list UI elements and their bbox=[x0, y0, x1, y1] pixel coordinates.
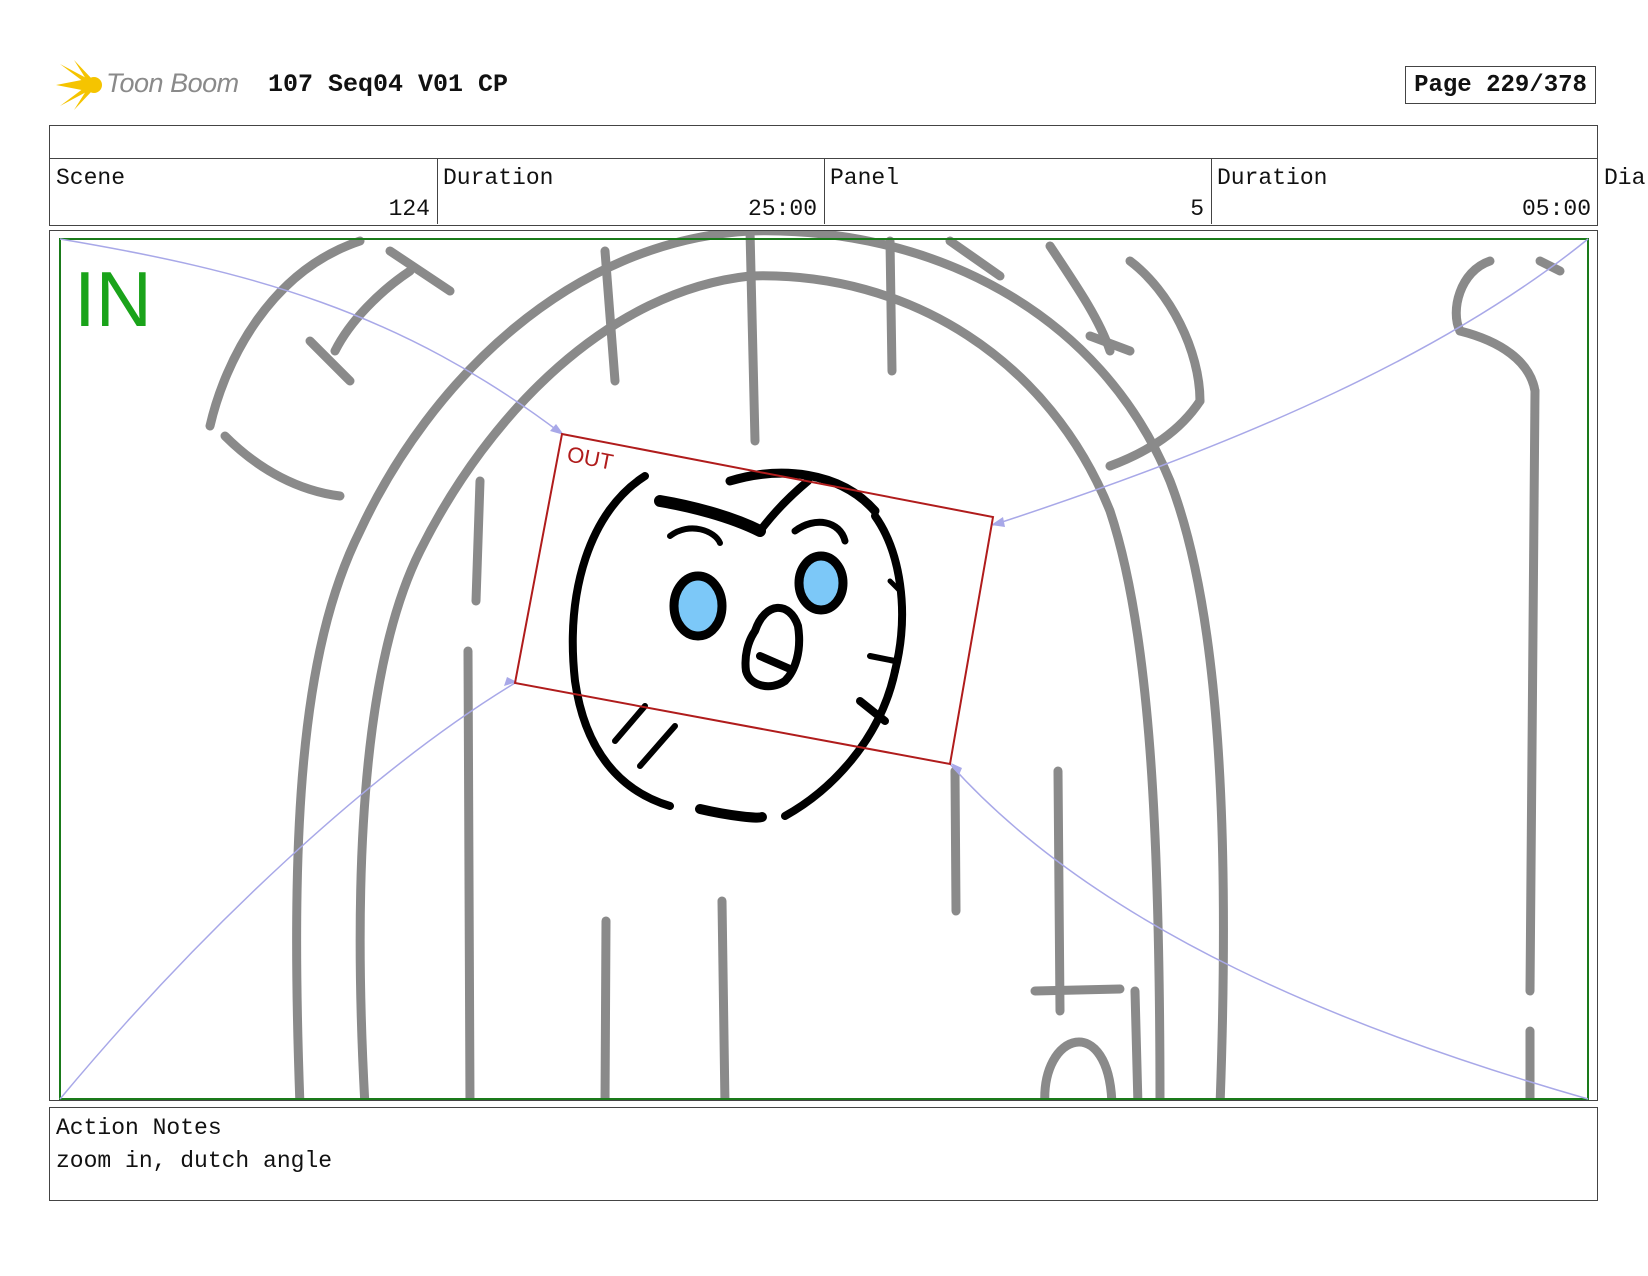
scene-duration-value: 25:00 bbox=[747, 196, 817, 222]
panel-label: Panel bbox=[830, 165, 900, 191]
panel-duration-value: 05:00 bbox=[1521, 196, 1591, 222]
page-indicator: Page 229/378 bbox=[1405, 66, 1596, 104]
camera-motion-paths bbox=[59, 238, 1589, 1100]
scene-duration-label: Duration bbox=[443, 165, 554, 191]
out-frame bbox=[513, 432, 995, 766]
action-notes-box: Action Notes zoom in, dutch angle bbox=[49, 1107, 1598, 1201]
toon-boom-logo-icon bbox=[56, 60, 102, 110]
panel-value: 5 bbox=[1190, 196, 1204, 222]
scene-label: Scene bbox=[56, 165, 126, 191]
scene-value: 124 bbox=[388, 196, 430, 222]
panel-duration-label: Duration bbox=[1217, 165, 1328, 191]
owl-character bbox=[568, 468, 907, 823]
in-frame bbox=[59, 238, 1589, 1100]
scene-info-row: Scene 124 Duration 25:00 Panel 5 Duratio… bbox=[49, 158, 1598, 226]
action-notes-text: zoom in, dutch angle bbox=[56, 1148, 333, 1174]
panel-cell: Panel 5 bbox=[824, 158, 1211, 224]
document-title: 107 Seq04 V01 CP bbox=[268, 70, 509, 99]
scene-cell: Scene 124 bbox=[50, 158, 437, 224]
scene-duration-cell: Duration 25:00 bbox=[437, 158, 824, 224]
out-label: OUT bbox=[565, 441, 615, 474]
panel-drawing: IN OUT bbox=[59, 231, 1589, 1100]
door-sketch bbox=[205, 231, 1565, 1100]
panel-duration-cell: Duration 05:00 bbox=[1211, 158, 1598, 224]
info-header-strip bbox=[49, 125, 1598, 159]
logo-text: Toon Boom bbox=[106, 68, 239, 98]
action-notes-label: Action Notes bbox=[56, 1115, 222, 1141]
storyboard-panel: IN OUT bbox=[49, 230, 1598, 1101]
in-label: IN bbox=[74, 255, 152, 343]
dialogue-label: Dia bbox=[1604, 165, 1646, 191]
